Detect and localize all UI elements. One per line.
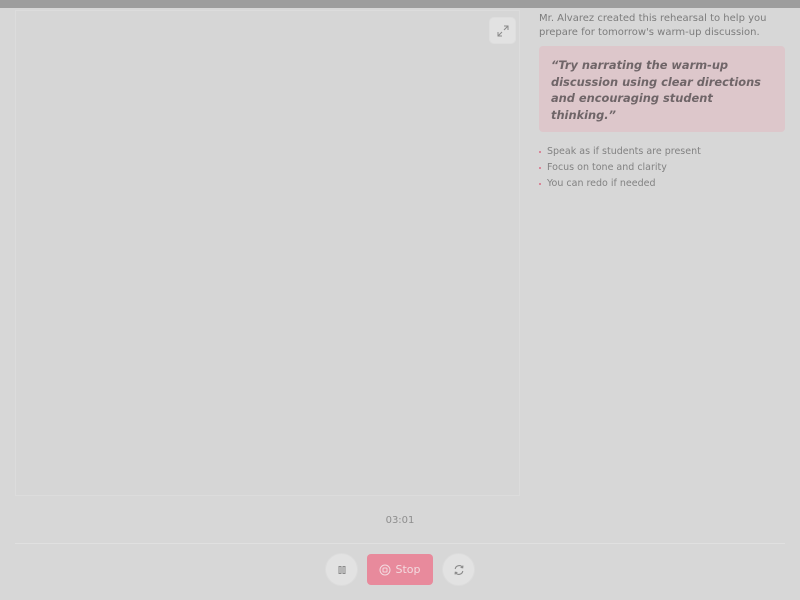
tip-item: Speak as if students are present — [539, 144, 785, 160]
tip-item: Focus on tone and clarity — [539, 160, 785, 176]
rehearsal-panel: Mr. Alvarez created this rehearsal to he… — [539, 12, 785, 192]
pause-icon — [338, 565, 345, 574]
tip-text: You can redo if needed — [547, 178, 656, 189]
tip-text: Speak as if students are present — [547, 146, 701, 157]
restart-icon — [454, 564, 463, 575]
top-bar — [0, 0, 800, 8]
recording-timer: 03:01 — [385, 515, 415, 526]
bullet-dot — [539, 151, 541, 153]
stop-circle-icon — [379, 564, 391, 575]
expand-button[interactable] — [490, 18, 515, 43]
prompt-card: “Try narrating the warm-up discussion us… — [539, 46, 785, 132]
tip-text: Focus on tone and clarity — [547, 162, 667, 173]
rehearsal-intro: Mr. Alvarez created this rehearsal to he… — [539, 13, 767, 38]
stop-label: Stop — [395, 563, 421, 576]
pause-button[interactable] — [326, 554, 357, 585]
tip-item: You can redo if needed — [539, 176, 785, 192]
tips-list: Speak as if students are present Focus o… — [539, 144, 785, 192]
bullet-dot — [539, 167, 541, 169]
stop-button[interactable]: Stop — [367, 554, 433, 585]
expand-icon — [497, 25, 508, 36]
video-preview — [15, 10, 520, 496]
controls-divider — [15, 543, 785, 544]
bullet-dot — [539, 183, 541, 185]
restart-button[interactable] — [443, 554, 474, 585]
prompt-quote: “Try narrating the warm-up discussion us… — [551, 58, 761, 122]
